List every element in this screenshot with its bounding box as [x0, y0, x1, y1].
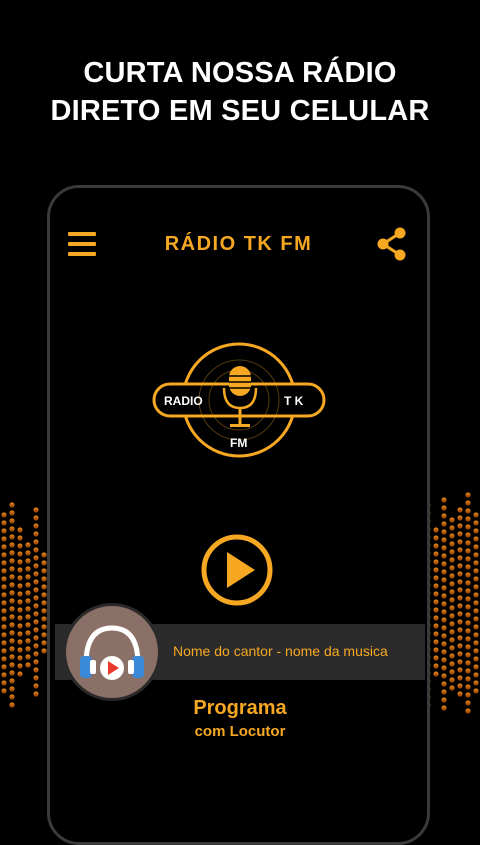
- promo-headline: CURTA NOSSA RÁDIO DIRETO EM SEU CELULAR: [0, 54, 480, 130]
- logo-text-radio: RADIO: [164, 394, 203, 408]
- radio-logo: RADIO T K FM: [152, 342, 326, 458]
- program-avatar: [66, 606, 158, 698]
- play-button[interactable]: [200, 533, 274, 607]
- promo-line-1: CURTA NOSSA RÁDIO: [83, 57, 397, 89]
- track-info: Nome do cantor - nome da musica: [173, 643, 388, 659]
- app-title: RÁDIO TK FM: [164, 233, 313, 255]
- program-name: Programa: [193, 697, 287, 719]
- play-icon: [227, 552, 255, 588]
- logo-text-fm: FM: [230, 436, 247, 450]
- headphones-icon: [80, 625, 144, 680]
- app-bar: RÁDIO TK FM: [50, 205, 427, 285]
- promo-line-2: DIRETO EM SEU CELULAR: [50, 95, 430, 127]
- logo-text-tk: T K: [284, 394, 304, 408]
- share-icon[interactable]: [376, 227, 408, 261]
- program-host: com Locutor: [194, 723, 286, 740]
